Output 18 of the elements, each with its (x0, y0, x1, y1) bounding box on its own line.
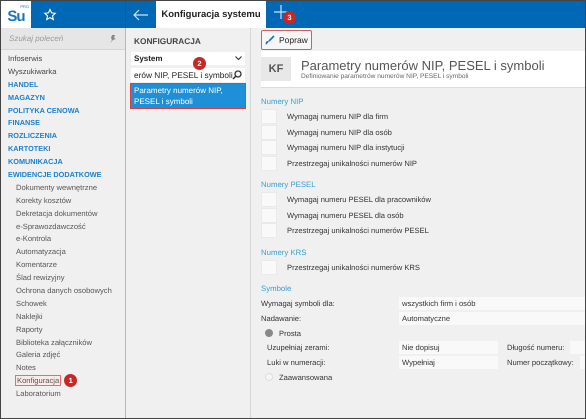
chevron-down-icon (235, 56, 242, 61)
initials-tile: KF (261, 57, 291, 81)
brush-icon (265, 34, 275, 44)
input-field[interactable] (570, 341, 585, 354)
tab[interactable]: Konfiguracja systemu (156, 1, 266, 28)
search-icon[interactable] (232, 70, 242, 80)
result-item[interactable]: Parametry numerów NIP, PESEL i symboli (131, 84, 245, 108)
page-title: Parametry numerów NIP, PESEL i symboli (301, 58, 544, 73)
edit-button[interactable]: Popraw (261, 30, 312, 50)
pin-icon[interactable] (109, 35, 117, 43)
panel-title: KONFIGURACJA (134, 36, 202, 46)
search-field[interactable]: erów NIP, PESEL i symboli (131, 68, 245, 82)
back-arrow-icon[interactable] (133, 8, 149, 20)
input-field[interactable] (580, 356, 585, 369)
plus-icon[interactable] (274, 5, 288, 19)
search-field[interactable]: Szukaj poleceń (1, 28, 125, 50)
star-icon[interactable] (43, 8, 57, 22)
radio-button[interactable] (265, 329, 273, 337)
